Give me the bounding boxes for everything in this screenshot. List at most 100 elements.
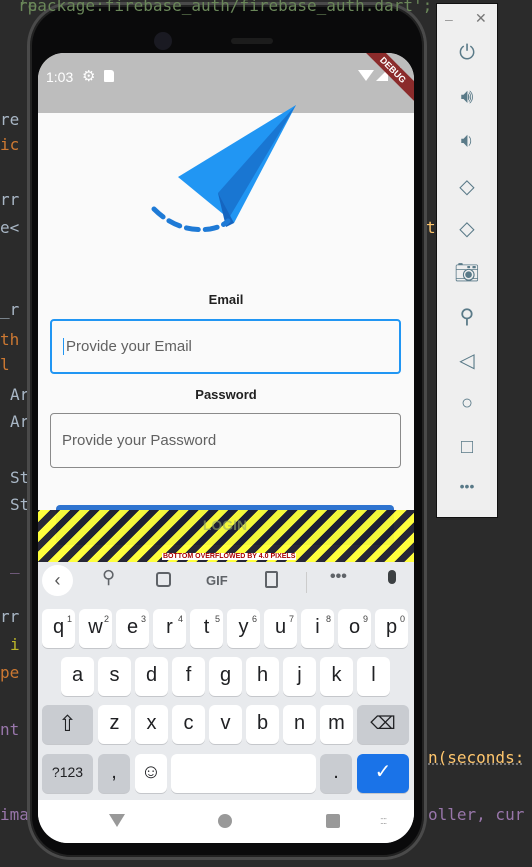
comma-key[interactable]: , <box>98 754 130 793</box>
key-label: h <box>256 664 269 686</box>
password-input[interactable]: Provide your Password <box>50 413 401 468</box>
key-g[interactable]: g <box>209 657 242 696</box>
key-o[interactable]: o9 <box>338 609 371 648</box>
keyboard-back-button[interactable]: ‹ <box>42 565 73 596</box>
key-label: j <box>297 664 302 686</box>
paper-plane-logo <box>151 105 296 233</box>
screenshot-icon[interactable]: 📷︎ <box>437 260 497 285</box>
back-icon[interactable]: ◁ <box>437 348 497 373</box>
key-p[interactable]: p0 <box>375 609 408 648</box>
device-screen: 1:03 ⚙ DEBUG Email Provide your Email Pa… <box>38 53 414 843</box>
period-key[interactable]: . <box>320 754 352 793</box>
space-key[interactable] <box>171 754 316 793</box>
password-placeholder: Provide your Password <box>62 432 217 449</box>
close-button[interactable]: ✕ <box>475 10 487 27</box>
power-icon[interactable]: ⏻ <box>437 42 497 65</box>
nav-home-icon[interactable] <box>218 814 232 828</box>
key-hint: 1 <box>66 614 72 624</box>
key-f[interactable]: f <box>172 657 205 696</box>
key-b[interactable]: b <box>246 705 279 744</box>
key-a[interactable]: a <box>61 657 94 696</box>
code-line: oller, cur <box>428 805 525 824</box>
key-label: g <box>219 664 232 686</box>
key-u[interactable]: u7 <box>264 609 297 648</box>
settings-icon: ⚙ <box>82 68 96 85</box>
emoji-key[interactable]: ☺ <box>135 754 167 793</box>
code-line: pe <box>0 663 20 682</box>
keyboard-switch-icon[interactable]: ⁚⁚⁚⁚ <box>380 817 387 826</box>
more-icon[interactable]: ••• <box>437 478 497 494</box>
key-s[interactable]: s <box>98 657 131 696</box>
key-label: v <box>220 712 231 734</box>
minimize-button[interactable]: – <box>445 11 453 27</box>
nav-back-icon[interactable] <box>109 814 125 827</box>
nav-recents-icon[interactable] <box>326 814 340 828</box>
backspace-key[interactable]: ⌫ <box>357 705 409 744</box>
key-l[interactable]: l <box>357 657 390 696</box>
code-line-import: 'package:firebase_auth/firebase_auth.dar… <box>18 0 433 15</box>
sticker-icon[interactable] <box>156 572 171 587</box>
key-w[interactable]: w2 <box>79 609 112 648</box>
key-label: z <box>109 712 120 734</box>
key-v[interactable]: v <box>209 705 242 744</box>
clipboard-icon[interactable] <box>265 571 278 588</box>
key-label: c <box>183 712 194 734</box>
key-d[interactable]: d <box>135 657 168 696</box>
search-icon[interactable]: ⚲ <box>102 567 115 588</box>
key-hint: 5 <box>214 614 220 624</box>
code-line: rr <box>0 190 20 209</box>
enter-key[interactable]: ✓ <box>357 754 409 793</box>
key-t[interactable]: t5 <box>190 609 223 648</box>
sd-card-icon <box>104 70 114 82</box>
symbols-key[interactable]: ?123 <box>42 754 93 793</box>
key-n[interactable]: n <box>283 705 316 744</box>
key-z[interactable]: z <box>98 705 131 744</box>
key-x[interactable]: x <box>135 705 168 744</box>
key-label: f <box>185 664 192 686</box>
code-line: ic <box>0 135 20 154</box>
shift-key[interactable]: ⇧ <box>42 705 93 744</box>
key-label: o <box>348 616 361 638</box>
key-hint: 9 <box>362 614 368 624</box>
key-h[interactable]: h <box>246 657 279 696</box>
key-label: a <box>71 664 84 686</box>
home-icon[interactable]: ○ <box>437 392 497 415</box>
volume-up-icon[interactable]: 🔊︎ <box>437 86 497 109</box>
key-k[interactable]: k <box>320 657 353 696</box>
navigation-bar: ⁚⁚⁚⁚ <box>38 800 414 843</box>
emulator-panel: – ✕ ⏻ 🔊︎ 🔉︎ ◇ ◇ 📷︎ ⚲ ◁ ○ □ ••• <box>436 3 498 518</box>
key-m[interactable]: m <box>320 705 353 744</box>
key-label: l <box>371 664 376 686</box>
key-label: e <box>126 616 139 638</box>
key-label: s <box>109 664 120 686</box>
key-label: n <box>293 712 306 734</box>
code-line: rr <box>0 607 20 626</box>
key-e[interactable]: e3 <box>116 609 149 648</box>
overview-icon[interactable]: □ <box>437 436 497 459</box>
zoom-icon[interactable]: ⚲ <box>437 304 497 329</box>
keyboard: ‹ ⚲ GIF ••• q1w2e3r4t5y6u7i8o9p0asdfghjk… <box>38 562 414 800</box>
mic-icon[interactable] <box>388 570 396 584</box>
key-y[interactable]: y6 <box>227 609 260 648</box>
key-label: x <box>146 712 157 734</box>
key-j[interactable]: j <box>283 657 316 696</box>
text-cursor <box>63 338 64 355</box>
key-i[interactable]: i8 <box>301 609 334 648</box>
code-line: e< <box>0 218 20 237</box>
key-label: q <box>52 616 65 638</box>
code-line: ima <box>0 805 29 824</box>
more-icon[interactable]: ••• <box>330 568 347 586</box>
email-input[interactable]: Provide your Email <box>50 319 401 374</box>
key-q[interactable]: q1 <box>42 609 75 648</box>
code-line: nt <box>0 720 20 739</box>
key-label: b <box>256 712 269 734</box>
rotate-right-icon[interactable]: ◇ <box>437 216 497 241</box>
camera-icon <box>154 32 172 50</box>
key-c[interactable]: c <box>172 705 205 744</box>
volume-down-icon[interactable]: 🔉︎ <box>437 130 497 153</box>
key-hint: 0 <box>399 614 405 624</box>
key-r[interactable]: r4 <box>153 609 186 648</box>
wifi-icon <box>358 70 374 81</box>
gif-button[interactable]: GIF <box>206 573 228 588</box>
rotate-left-icon[interactable]: ◇ <box>437 174 497 199</box>
